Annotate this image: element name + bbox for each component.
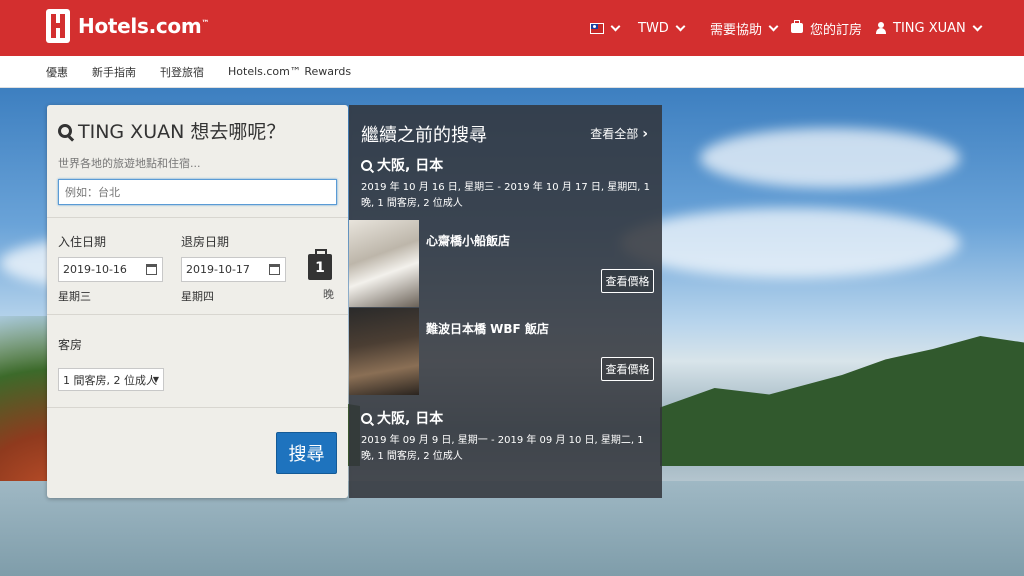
help-menu[interactable]: 需要協助: [710, 0, 779, 56]
search-icon: [361, 159, 372, 171]
hotel-name[interactable]: 難波日本橋 WBF 飯店: [426, 320, 549, 337]
search-subtitle: 世界各地的旅遊地點和住宿...: [58, 157, 201, 170]
help-label: 需要協助: [710, 22, 763, 38]
recent-search-dates: 2019 年 10 月 16 日, 星期三 - 2019 年 10 月 17 日…: [361, 182, 650, 209]
hotels-logo[interactable]: Hotels.com™: [46, 9, 209, 43]
rooms-guests-select[interactable]: 1 間客房, 2 位成人 ▼: [58, 368, 164, 391]
divider: [47, 217, 348, 218]
user-icon: [876, 22, 886, 34]
divider: [47, 407, 348, 408]
calendar-icon[interactable]: [146, 264, 157, 275]
hotel-name[interactable]: 心齋橋小船飯店: [426, 232, 510, 249]
checkin-weekday: 星期三: [58, 290, 91, 303]
view-all-link[interactable]: 查看全部: [590, 125, 648, 142]
bookings-label: 您的訂房: [810, 22, 863, 38]
recent-search-city[interactable]: 大阪, 日本: [361, 408, 443, 428]
checkin-date-input[interactable]: 2019-10-16: [58, 257, 163, 282]
hotels-logo-icon: [46, 9, 70, 43]
calendar-icon[interactable]: [269, 264, 280, 275]
currency-label: TWD: [638, 20, 669, 36]
logo-tm: ™: [201, 18, 210, 28]
nav-deals[interactable]: 優惠: [46, 64, 68, 80]
recent-searches-panel: 繼續之前的搜尋 查看全部 大阪, 日本 2019 年 10 月 16 日, 星期…: [349, 105, 662, 498]
logo-text: Hotels.com: [78, 14, 202, 38]
top-header: Hotels.com™ TWD 需要協助 您的訂房 TING XUAN: [0, 0, 1024, 56]
bookings-link[interactable]: 您的訂房: [791, 0, 862, 56]
chevron-down-icon: [610, 21, 621, 31]
hotel-thumbnail[interactable]: [349, 308, 419, 395]
checkout-weekday: 星期四: [181, 290, 214, 303]
recent-search-city[interactable]: 大阪, 日本: [361, 155, 443, 175]
destination-input[interactable]: [58, 179, 337, 205]
chevron-down-icon: [972, 21, 983, 31]
search-title: TING XUAN 想去哪呢？: [58, 117, 285, 144]
recent-search-dates: 2019 年 09 月 9 日, 星期一 - 2019 年 09 月 10 日,…: [361, 435, 644, 462]
nav-rewards[interactable]: Hotels.com™ Rewards: [228, 65, 351, 78]
dropdown-arrow-icon: ▼: [152, 375, 159, 384]
language-selector[interactable]: [590, 0, 621, 56]
rooms-label: 客房: [58, 338, 83, 352]
search-icon: [361, 412, 372, 424]
search-button[interactable]: 搜尋: [276, 432, 337, 474]
nav-guide[interactable]: 新手指南: [92, 64, 136, 80]
secondary-nav: 優惠 新手指南 刊登旅宿 Hotels.com™ Rewards: [0, 56, 1024, 88]
view-price-button[interactable]: 查看價格: [601, 269, 654, 293]
taiwan-flag-icon: [590, 22, 604, 34]
hotel-thumbnail[interactable]: [349, 220, 419, 307]
user-menu[interactable]: TING XUAN: [876, 0, 983, 56]
view-price-button[interactable]: 查看價格: [601, 357, 654, 381]
nights-label: 晚: [323, 288, 334, 301]
chevron-down-icon: [675, 21, 686, 31]
currency-selector[interactable]: TWD: [638, 0, 686, 56]
user-name: TING XUAN: [893, 20, 966, 36]
chevron-down-icon: [768, 21, 779, 31]
checkout-label: 退房日期: [181, 235, 230, 249]
checkout-date-input[interactable]: 2019-10-17: [181, 257, 286, 282]
nav-list-property[interactable]: 刊登旅宿: [160, 64, 204, 80]
search-form-panel: TING XUAN 想去哪呢？ 世界各地的旅遊地點和住宿... 入住日期 退房日…: [47, 105, 348, 498]
recent-searches-title: 繼續之前的搜尋: [361, 125, 487, 146]
checkin-label: 入住日期: [58, 235, 107, 249]
briefcase-icon: [791, 20, 803, 33]
nights-count-badge: 1: [308, 249, 332, 280]
search-icon: [58, 123, 72, 138]
divider: [47, 314, 348, 315]
